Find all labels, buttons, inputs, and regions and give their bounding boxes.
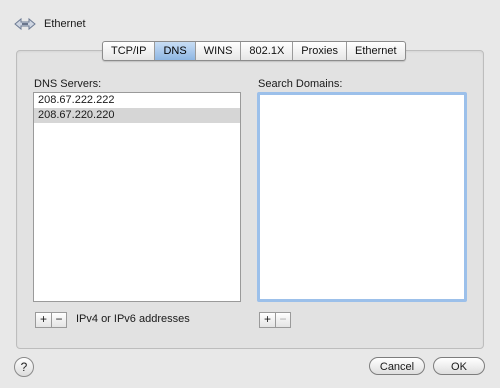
dns-remove-button[interactable]: − xyxy=(51,313,66,327)
search-domains-list[interactable] xyxy=(257,92,467,302)
window-header: Ethernet xyxy=(14,13,86,35)
tab-tcpip[interactable]: TCP/IP xyxy=(103,42,156,60)
search-add-remove: + − xyxy=(259,312,291,328)
ok-button[interactable]: OK xyxy=(433,357,485,375)
dns-add-button[interactable]: + xyxy=(36,313,51,327)
tab-wins[interactable]: WINS xyxy=(196,42,242,60)
cancel-button[interactable]: Cancel xyxy=(369,357,425,375)
help-button[interactable]: ? xyxy=(14,357,34,377)
tab-dns[interactable]: DNS xyxy=(155,42,196,60)
tab-proxies[interactable]: Proxies xyxy=(293,42,347,60)
search-domains-label: Search Domains: xyxy=(258,78,343,90)
dns-server-row[interactable]: 208.67.220.220 xyxy=(34,108,240,123)
search-add-button[interactable]: + xyxy=(260,313,275,327)
tab-bar: TCP/IP DNS WINS 802.1X Proxies Ethernet xyxy=(102,41,406,61)
ethernet-icon xyxy=(14,17,36,31)
dns-servers-label: DNS Servers: xyxy=(34,78,102,90)
window-title: Ethernet xyxy=(44,18,86,30)
dns-add-remove: + − xyxy=(35,312,67,328)
dns-hint: IPv4 or IPv6 addresses xyxy=(76,313,190,325)
tab-8021x[interactable]: 802.1X xyxy=(241,42,294,60)
dns-server-row[interactable]: 208.67.222.222 xyxy=(34,93,240,108)
search-remove-button[interactable]: − xyxy=(275,313,290,327)
tab-ethernet[interactable]: Ethernet xyxy=(347,42,405,60)
dns-servers-list[interactable]: 208.67.222.222 208.67.220.220 xyxy=(33,92,241,302)
